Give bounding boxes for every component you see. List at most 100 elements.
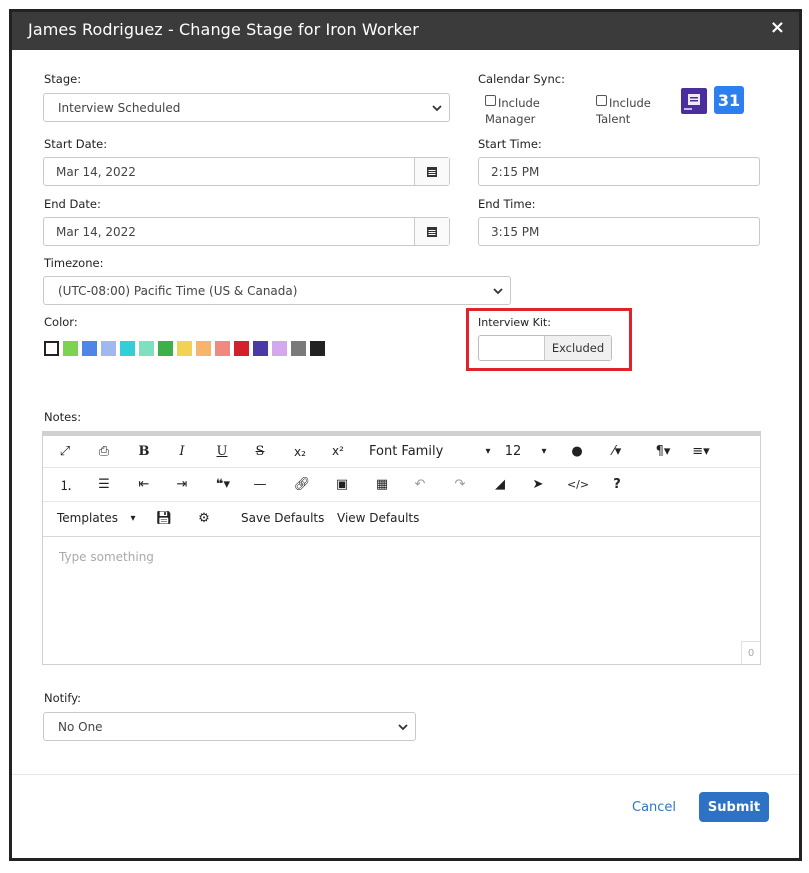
font-family-dropdown[interactable]: Font Family: [369, 440, 449, 462]
color-swatch[interactable]: [291, 341, 306, 356]
help-icon[interactable]: ?: [609, 473, 625, 495]
save-defaults-button[interactable]: Save Defaults: [241, 507, 335, 529]
templates-dropdown[interactable]: Templates: [57, 507, 129, 529]
image-icon[interactable]: ▣: [333, 473, 351, 495]
start-time-label: Start Time:: [478, 137, 542, 151]
close-icon[interactable]: ×: [770, 17, 785, 38]
horizontal-line-icon[interactable]: —: [251, 473, 269, 495]
submit-button[interactable]: Submit: [699, 792, 769, 822]
color-swatch[interactable]: [177, 341, 192, 356]
color-label: Color:: [44, 315, 78, 329]
checkbox-icon[interactable]: [485, 95, 496, 106]
timezone-select-value: (UTC-08:00) Pacific Time (US & Canada): [58, 283, 298, 298]
underline-icon[interactable]: U: [213, 440, 231, 462]
color-swatches: [44, 341, 325, 356]
include-manager-checkbox[interactable]: Include Manager: [485, 95, 575, 127]
caret-down-icon[interactable]: ▾: [127, 507, 139, 529]
stage-select[interactable]: Interview Scheduled: [43, 93, 450, 122]
calendar-sync-label: Calendar Sync:: [478, 72, 565, 86]
notes-label: Notes:: [44, 410, 82, 424]
end-time-input[interactable]: 3:15 PM: [478, 217, 760, 246]
color-swatch[interactable]: [215, 341, 230, 356]
undo-icon[interactable]: ↶: [411, 473, 429, 495]
end-time-value: 3:15 PM: [491, 224, 540, 239]
toolbar-divider: [43, 501, 760, 502]
color-swatch[interactable]: [63, 341, 78, 356]
gear-icon[interactable]: ⚙: [195, 507, 213, 529]
italic-icon[interactable]: I: [173, 440, 191, 462]
color-swatch[interactable]: [82, 341, 97, 356]
superscript-icon[interactable]: x²: [329, 440, 347, 462]
link-icon[interactable]: 🔗︎: [293, 473, 311, 495]
include-talent-checkbox[interactable]: Include Talent: [596, 95, 676, 127]
interview-kit-toggle[interactable]: Excluded: [478, 335, 612, 361]
code-view-icon[interactable]: </>: [567, 473, 589, 495]
notes-editor[interactable]: ⤢ ⎙ B I U S x₂ x² Font Family ▾ 12 ▾ ● ⁄…: [42, 431, 761, 665]
footer-divider: [12, 774, 799, 775]
google-calendar-number: 31: [717, 90, 741, 110]
bold-icon[interactable]: B: [135, 440, 153, 462]
notify-select[interactable]: No One: [43, 712, 416, 741]
chevron-down-icon: [493, 287, 503, 294]
checkbox-icon[interactable]: [596, 95, 607, 106]
ordered-list-icon[interactable]: ⒈: [57, 473, 75, 495]
strikethrough-icon[interactable]: S: [251, 440, 269, 462]
font-size-dropdown[interactable]: 12: [505, 440, 522, 462]
stage-label: Stage:: [44, 72, 82, 86]
color-swatch[interactable]: [139, 341, 154, 356]
ink-drop-icon[interactable]: ●: [569, 440, 585, 462]
quote-icon[interactable]: ❝▾: [209, 473, 237, 495]
end-date-value: Mar 14, 2022: [56, 224, 136, 239]
color-swatch[interactable]: [253, 341, 268, 356]
color-swatch[interactable]: [310, 341, 325, 356]
color-swatch[interactable]: [196, 341, 211, 356]
end-time-label: End Time:: [478, 197, 536, 211]
view-defaults-button[interactable]: View Defaults: [337, 507, 431, 529]
start-date-label: Start Date:: [44, 137, 108, 151]
cancel-button[interactable]: Cancel: [632, 800, 676, 815]
redo-icon[interactable]: ↷: [451, 473, 469, 495]
color-swatch[interactable]: [272, 341, 287, 356]
paragraph-icon[interactable]: ¶▾: [649, 440, 677, 462]
unordered-list-icon[interactable]: ☰: [95, 473, 113, 495]
print-icon[interactable]: ⎙: [95, 440, 113, 462]
chevron-down-icon: [432, 104, 442, 111]
notes-placeholder[interactable]: Type something: [59, 550, 154, 564]
timezone-select[interactable]: (UTC-08:00) Pacific Time (US & Canada): [43, 276, 511, 305]
subscript-icon[interactable]: x₂: [291, 441, 309, 463]
timezone-label: Timezone:: [44, 256, 104, 270]
save-icon[interactable]: 💾︎: [155, 507, 173, 529]
magic-wand-icon[interactable]: ⁄▾: [603, 440, 631, 462]
calendar-icon[interactable]: [414, 218, 449, 245]
caret-down-icon[interactable]: ▾: [481, 440, 495, 462]
outdent-icon[interactable]: ⇤: [135, 473, 153, 495]
table-icon[interactable]: ▦: [373, 473, 391, 495]
google-calendar-icon[interactable]: 31: [714, 86, 744, 114]
outlook-calendar-icon[interactable]: [681, 88, 707, 114]
end-date-label: End Date:: [44, 197, 101, 211]
color-swatch[interactable]: [101, 341, 116, 356]
indent-icon[interactable]: ⇥: [173, 473, 191, 495]
notify-select-value: No One: [58, 719, 103, 734]
fullscreen-icon[interactable]: ⤢: [57, 440, 73, 462]
calendar-icon[interactable]: [414, 158, 449, 185]
color-swatch[interactable]: [158, 341, 173, 356]
start-time-input[interactable]: 2:15 PM: [478, 157, 760, 186]
caret-down-icon[interactable]: ▾: [537, 440, 551, 462]
toolbar-divider: [43, 467, 760, 468]
select-cursor-icon[interactable]: ➤: [529, 473, 547, 495]
toolbar-bottom-divider: [43, 536, 760, 537]
align-icon[interactable]: ≡▾: [687, 440, 715, 462]
char-counter: 0: [741, 641, 760, 664]
color-swatch[interactable]: [234, 341, 249, 356]
start-date-value: Mar 14, 2022: [56, 164, 136, 179]
eraser-icon[interactable]: ◢: [491, 473, 509, 495]
start-date-input[interactable]: Mar 14, 2022: [43, 157, 450, 186]
interview-kit-value[interactable]: Excluded: [544, 336, 611, 360]
color-swatch[interactable]: [44, 341, 59, 356]
start-time-value: 2:15 PM: [491, 164, 540, 179]
color-swatch[interactable]: [120, 341, 135, 356]
dialog-title: James Rodriguez - Change Stage for Iron …: [28, 20, 419, 39]
interview-kit-label: Interview Kit:: [478, 316, 551, 329]
end-date-input[interactable]: Mar 14, 2022: [43, 217, 450, 246]
